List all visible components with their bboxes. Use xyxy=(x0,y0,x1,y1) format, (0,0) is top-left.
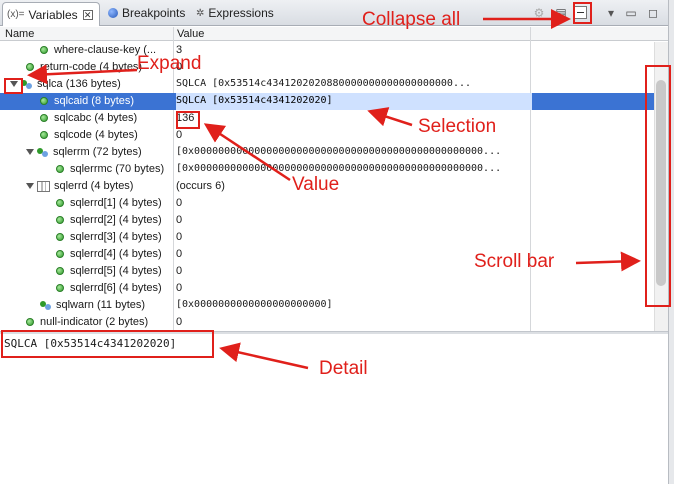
tab-variables-label: Variables xyxy=(28,7,78,22)
show-type-names-icon[interactable]: ⚙ xyxy=(530,4,548,21)
tree-row[interactable]: sqlca (136 bytes) SQLCA [0x53514c4341202… xyxy=(0,76,654,93)
annotation-value: Value xyxy=(292,174,340,195)
column-name-header[interactable]: Name xyxy=(5,28,34,40)
collapse-all-highlight xyxy=(573,2,592,24)
array-icon xyxy=(37,180,50,192)
expand-triangle-icon[interactable] xyxy=(26,183,34,189)
tab-expressions[interactable]: ✲ Expressions xyxy=(196,3,274,23)
variable-icon xyxy=(56,165,64,173)
annotation-detail: Detail xyxy=(319,358,368,379)
annotation-scroll-bar: Scroll bar xyxy=(474,251,555,272)
scroll-bar-highlight xyxy=(645,65,671,307)
tab-expressions-label: Expressions xyxy=(208,6,274,20)
variables-icon: (x)= xyxy=(7,9,25,20)
variable-icon xyxy=(40,97,48,105)
detail-highlight xyxy=(1,330,214,358)
annotation-selection: Selection xyxy=(418,116,497,137)
expand-triangle-icon[interactable] xyxy=(26,149,34,155)
tab-variables[interactable]: (x)= Variables ✕ xyxy=(2,2,100,26)
expand-highlight xyxy=(4,78,23,94)
tree-row[interactable]: sqlerrd[1] (4 bytes) 0 xyxy=(0,195,654,212)
annotation-expand: Expand xyxy=(137,53,202,74)
variable-icon xyxy=(40,114,48,122)
maximize-icon[interactable]: ◻ xyxy=(644,4,662,21)
tree-row[interactable]: sqlcode (4 bytes) 0 xyxy=(0,127,654,144)
tab-breakpoints-label: Breakpoints xyxy=(122,6,186,20)
breakpoints-icon xyxy=(108,8,118,18)
variable-icon xyxy=(56,233,64,241)
close-icon[interactable]: ✕ xyxy=(82,9,93,20)
tree-row[interactable]: return-code (4 bytes) 0 xyxy=(0,59,654,76)
structure-icon xyxy=(37,147,49,157)
variable-icon xyxy=(26,318,34,326)
table-header: Name Value xyxy=(0,27,668,41)
variable-icon xyxy=(40,131,48,139)
annotation-collapse-all: Collapse all xyxy=(362,9,461,30)
tree-row[interactable]: sqlerrd[4] (4 bytes) 0 xyxy=(0,246,654,263)
variable-icon xyxy=(56,199,64,207)
tree-row[interactable]: null-indicator (2 bytes) 0 xyxy=(0,314,654,331)
tree-row-selected[interactable]: sqlcaid (8 bytes) SQLCA [0x53514c4341202… xyxy=(0,93,654,110)
minimize-icon[interactable]: ▭ xyxy=(622,4,640,21)
variable-icon xyxy=(56,216,64,224)
variable-icon xyxy=(56,284,64,292)
tab-breakpoints[interactable]: Breakpoints xyxy=(108,3,185,23)
tree-row[interactable]: sqlerrm (72 bytes) [0x000000000000000000… xyxy=(0,144,654,161)
column-value-header[interactable]: Value xyxy=(177,28,204,40)
tree-row[interactable]: sqlerrd[6] (4 bytes) 0 xyxy=(0,280,654,297)
variable-icon xyxy=(56,250,64,258)
tree-row[interactable]: sqlcabc (4 bytes) 136 xyxy=(0,110,654,127)
tree-row[interactable]: where-clause-key (... 3 xyxy=(0,42,654,59)
value-highlight xyxy=(176,111,200,129)
view-menu-icon[interactable]: ▾ xyxy=(602,4,620,21)
tree-row[interactable]: sqlwarn (11 bytes) [0x000000000000000000… xyxy=(0,297,654,314)
tree-row[interactable]: sqlerrd[2] (4 bytes) 0 xyxy=(0,212,654,229)
layout-icon[interactable]: ▤ xyxy=(552,4,570,21)
variable-icon xyxy=(56,267,64,275)
variable-icon xyxy=(26,63,34,71)
structure-icon xyxy=(40,300,52,310)
expressions-icon: ✲ xyxy=(196,7,205,19)
tree-row[interactable]: sqlerrd[5] (4 bytes) 0 xyxy=(0,263,654,280)
variable-icon xyxy=(40,46,48,54)
tree-row[interactable]: sqlerrd[3] (4 bytes) 0 xyxy=(0,229,654,246)
